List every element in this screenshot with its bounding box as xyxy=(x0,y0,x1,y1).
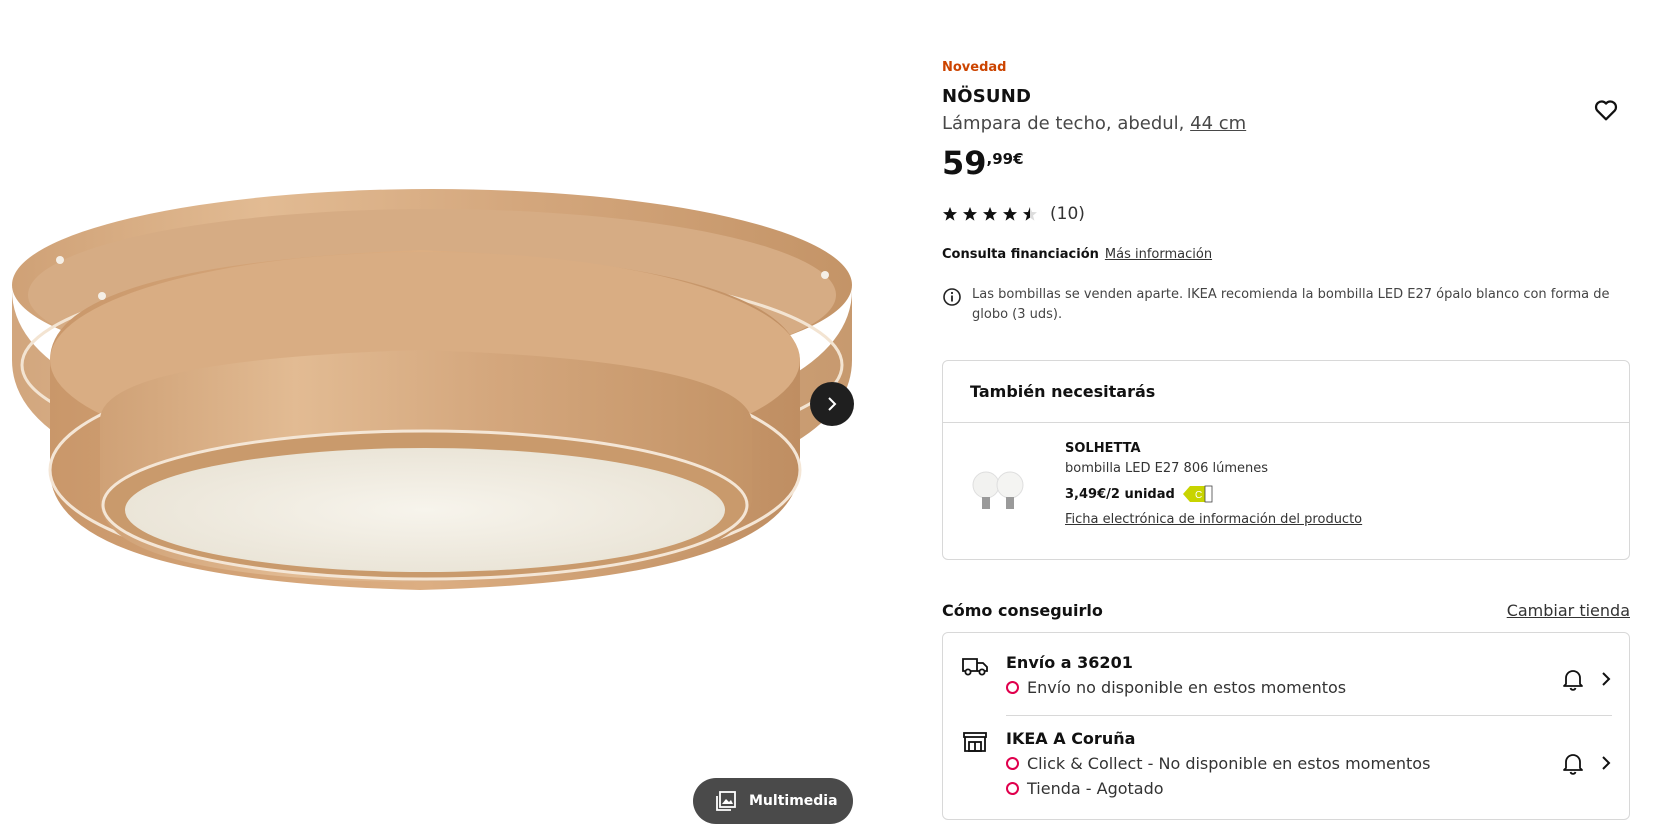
star-icon xyxy=(1023,207,1037,221)
favorite-button[interactable] xyxy=(1592,96,1620,124)
chevron-right-icon xyxy=(828,397,837,411)
product-description-text: Lámpara de techo, abedul, xyxy=(942,113,1191,134)
store-status-instore: Tienda - Agotado xyxy=(1006,779,1430,798)
price-integer: 59 xyxy=(942,144,987,182)
accessory-price-row: 3,49€/2 unidad C xyxy=(1065,485,1362,503)
bell-icon[interactable] xyxy=(1562,667,1584,691)
financing-label: Consulta financiación xyxy=(942,247,1099,262)
store-status-text-2: Tienda - Agotado xyxy=(1027,779,1164,798)
info-icon xyxy=(943,288,961,306)
store-row[interactable]: IKEA A Coruña Click & Collect - No dispo… xyxy=(962,729,1612,813)
availability-card: Envío a 36201 Envío no disponible en est… xyxy=(942,632,1630,820)
energy-class-letter: C xyxy=(1195,490,1202,501)
product-info-sheet-link[interactable]: Ficha electrónica de información del pro… xyxy=(1065,512,1362,527)
availability-divider xyxy=(1006,715,1612,716)
accessories-card: También necesitarás SOLHETTA bombilla LE… xyxy=(942,360,1630,560)
product-price: 59 ,99€ xyxy=(942,146,1024,180)
how-to-get-title: Cómo conseguirlo xyxy=(942,601,1103,620)
multimedia-label: Multimedia xyxy=(749,793,838,809)
product-rating[interactable]: (10) xyxy=(942,204,1085,224)
store-title: IKEA A Coruña xyxy=(1006,729,1136,748)
store-status-text-1: Click & Collect - No disponible en estos… xyxy=(1027,754,1431,773)
star-icon xyxy=(1003,207,1017,221)
accessory-price: 3,49€/2 unidad xyxy=(1065,486,1175,502)
rating-count: (10) xyxy=(1050,204,1085,224)
energy-class-icon: C xyxy=(1182,485,1213,503)
star-icon xyxy=(963,207,977,221)
unavailable-dot-icon xyxy=(1006,681,1019,694)
bulb-note-text: Las bombillas se venden aparte. IKEA rec… xyxy=(972,287,1610,322)
bulb-thumbnail xyxy=(972,471,1024,509)
star-icon xyxy=(983,207,997,221)
financing-more-info-link[interactable]: Más información xyxy=(1105,247,1212,262)
next-image-button[interactable] xyxy=(810,382,854,426)
new-badge: Novedad xyxy=(942,60,1007,75)
delivery-details: Envío a 36201 Envío no disponible en est… xyxy=(1006,653,1346,697)
delivery-status: Envío no disponible en estos momentos xyxy=(1006,678,1346,697)
product-image[interactable] xyxy=(0,170,870,630)
change-store-link[interactable]: Cambiar tienda xyxy=(1507,601,1630,620)
energy-label[interactable]: C xyxy=(1182,485,1213,503)
store-details: IKEA A Coruña Click & Collect - No dispo… xyxy=(1006,729,1430,798)
bell-icon[interactable] xyxy=(1562,751,1584,775)
accessory-name: SOLHETTA xyxy=(1065,441,1141,456)
accessory-item[interactable]: SOLHETTA bombilla LED E27 806 lúmenes 3,… xyxy=(970,441,1590,541)
store-actions xyxy=(1562,751,1612,775)
product-gallery: Multimedia xyxy=(0,0,870,838)
delivery-status-text: Envío no disponible en estos momentos xyxy=(1027,678,1347,697)
price-decimals: ,99€ xyxy=(986,150,1024,168)
delivery-actions xyxy=(1562,667,1612,691)
truck-icon xyxy=(962,658,988,676)
product-size-link[interactable]: 44 cm xyxy=(1190,113,1246,134)
unavailable-dot-icon xyxy=(1006,757,1019,770)
delivery-title: Envío a 36201 xyxy=(1006,653,1133,672)
chevron-right-icon[interactable] xyxy=(1600,671,1612,687)
store-status-click-collect: Click & Collect - No disponible en estos… xyxy=(1006,754,1430,773)
bulb-note: Las bombillas se venden aparte. IKEA rec… xyxy=(942,285,1632,325)
multimedia-button[interactable]: Multimedia xyxy=(693,778,853,824)
unavailable-dot-icon xyxy=(1006,782,1019,795)
financing: Consulta financiación Más información xyxy=(942,247,1212,262)
heart-icon xyxy=(1594,100,1618,121)
accessory-description: bombilla LED E27 806 lúmenes xyxy=(1065,461,1269,476)
product-name: NÖSUND xyxy=(942,86,1032,107)
chevron-right-icon[interactable] xyxy=(1600,755,1612,771)
accessory-details: SOLHETTA bombilla LED E27 806 lúmenes 3,… xyxy=(1065,441,1362,527)
store-icon xyxy=(963,732,987,752)
star-icon xyxy=(943,207,957,221)
delivery-row[interactable]: Envío a 36201 Envío no disponible en est… xyxy=(962,653,1612,713)
rating-stars xyxy=(942,206,1038,222)
accessories-title: También necesitarás xyxy=(943,361,1629,423)
image-gallery-icon xyxy=(716,791,736,811)
product-description: Lámpara de techo, abedul, 44 cm xyxy=(942,113,1246,134)
